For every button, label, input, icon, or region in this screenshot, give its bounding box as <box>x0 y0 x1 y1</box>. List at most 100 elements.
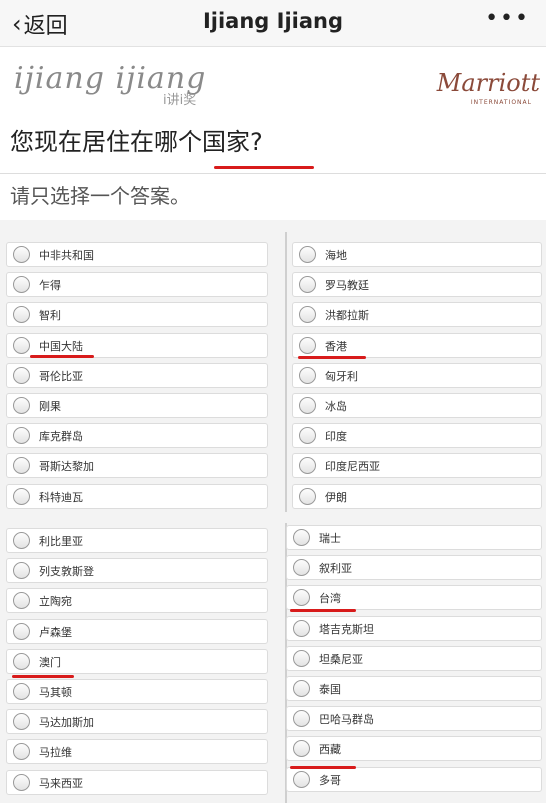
option-列支敦斯登[interactable]: 列支敦斯登 <box>6 558 268 584</box>
radio-button[interactable] <box>293 649 310 667</box>
radio-button[interactable] <box>13 427 30 445</box>
option-塔吉克斯坦[interactable]: 塔吉克斯坦 <box>286 615 542 641</box>
option-中国大陆[interactable]: 中国大陆 <box>6 332 268 358</box>
underline-question <box>214 166 314 169</box>
option-label: 刚果 <box>39 400 61 413</box>
red-underline <box>290 766 356 769</box>
radio-button[interactable] <box>13 562 30 580</box>
radio-button[interactable] <box>13 397 30 414</box>
option-库克群岛[interactable]: 库克群岛 <box>6 423 268 449</box>
radio-button[interactable] <box>299 366 316 384</box>
option-海地[interactable]: 海地 <box>292 242 542 267</box>
option-卢森堡[interactable]: 卢森堡 <box>6 618 268 644</box>
radio-button[interactable] <box>293 740 310 758</box>
option-马拉维[interactable]: 马拉维 <box>6 739 268 765</box>
red-underline <box>298 356 366 359</box>
option-label: 匈牙利 <box>325 369 358 383</box>
option-泰国[interactable]: 泰国 <box>286 676 542 701</box>
option-label: 中国大陆 <box>39 339 83 353</box>
option-印度[interactable]: 印度 <box>292 423 542 449</box>
radio-button[interactable] <box>299 487 316 505</box>
option-label: 伊朗 <box>325 490 347 504</box>
question-text: 您现在居住在哪个国家? <box>10 122 263 157</box>
option-印度尼西亚[interactable]: 印度尼西亚 <box>292 453 542 479</box>
radio-button[interactable] <box>293 710 310 728</box>
option-中非共和国[interactable]: 中非共和国 <box>6 242 268 267</box>
option-label: 马其顿 <box>39 686 72 699</box>
radio-button[interactable] <box>299 246 316 263</box>
column-divider <box>285 232 287 512</box>
option-哥伦比亚[interactable]: 哥伦比亚 <box>6 362 268 388</box>
radio-button[interactable] <box>293 589 310 607</box>
option-乍得[interactable]: 乍得 <box>6 272 268 298</box>
page-title: Ijiang Ijiang <box>202 9 344 33</box>
radio-button[interactable] <box>299 276 316 294</box>
option-利比里亚[interactable]: 利比里亚 <box>6 528 268 553</box>
radio-button[interactable] <box>13 592 30 610</box>
option-label: 智利 <box>39 309 61 323</box>
radio-button[interactable] <box>13 246 30 263</box>
option-西藏[interactable]: 西藏 <box>286 736 542 762</box>
radio-button[interactable] <box>13 652 30 670</box>
option-label: 哥伦比亚 <box>39 369 83 383</box>
radio-button[interactable] <box>299 306 316 324</box>
option-科特迪瓦[interactable]: 科特迪瓦 <box>6 483 268 509</box>
option-罗马教廷[interactable]: 罗马教廷 <box>292 272 542 298</box>
radio-button[interactable] <box>13 713 30 731</box>
option-香港[interactable]: 香港 <box>292 332 542 358</box>
radio-button[interactable] <box>13 743 30 761</box>
option-label: 洪都拉斯 <box>325 309 369 323</box>
radio-button[interactable] <box>13 683 30 700</box>
option-巴哈马群岛[interactable]: 巴哈马群岛 <box>286 706 542 732</box>
option-立陶宛[interactable]: 立陶宛 <box>6 588 268 614</box>
option-马来西亚[interactable]: 马来西亚 <box>6 769 268 795</box>
option-label: 澳门 <box>39 655 61 669</box>
option-label: 罗马教廷 <box>325 279 369 293</box>
red-underline <box>30 355 94 358</box>
radio-button[interactable] <box>13 532 30 549</box>
radio-button[interactable] <box>299 427 316 445</box>
option-哥斯达黎加[interactable]: 哥斯达黎加 <box>6 453 268 479</box>
option-label: 利比里亚 <box>39 535 83 548</box>
radio-button[interactable] <box>13 336 30 354</box>
radio-button[interactable] <box>13 306 30 324</box>
radio-button[interactable] <box>293 680 310 697</box>
instruction-box: 请只选择一个答案。 <box>0 174 546 220</box>
option-匈牙利[interactable]: 匈牙利 <box>292 362 542 388</box>
radio-button[interactable] <box>293 619 310 637</box>
radio-button[interactable] <box>13 487 30 505</box>
radio-button[interactable] <box>13 622 30 640</box>
option-澳门[interactable]: 澳门 <box>6 648 268 674</box>
radio-button[interactable] <box>293 529 310 546</box>
option-label: 印度 <box>325 430 347 444</box>
radio-button[interactable] <box>293 770 310 788</box>
radio-button[interactable] <box>13 366 30 384</box>
option-label: 坦桑尼亚 <box>319 652 363 666</box>
radio-button[interactable] <box>13 276 30 294</box>
radio-button[interactable] <box>13 773 30 791</box>
option-洪都拉斯[interactable]: 洪都拉斯 <box>292 302 542 328</box>
radio-button[interactable] <box>299 457 316 475</box>
option-瑞士[interactable]: 瑞士 <box>286 525 542 550</box>
option-冰岛[interactable]: 冰岛 <box>292 393 542 418</box>
option-label: 西藏 <box>319 743 341 757</box>
radio-button[interactable] <box>293 559 310 577</box>
red-underline <box>12 675 74 678</box>
option-label: 中非共和国 <box>39 249 94 262</box>
radio-button[interactable] <box>299 397 316 414</box>
nav-bar: ‹ 返回 Ijiang Ijiang ••• <box>0 0 546 47</box>
option-伊朗[interactable]: 伊朗 <box>292 483 542 509</box>
option-多哥[interactable]: 多哥 <box>286 766 542 792</box>
radio-button[interactable] <box>299 336 316 354</box>
option-刚果[interactable]: 刚果 <box>6 393 268 418</box>
option-马其顿[interactable]: 马其顿 <box>6 679 268 704</box>
option-label: 乍得 <box>39 279 61 293</box>
option-马达加斯加[interactable]: 马达加斯加 <box>6 709 268 735</box>
option-叙利亚[interactable]: 叙利亚 <box>286 555 542 581</box>
more-icon[interactable]: ••• <box>485 6 530 31</box>
option-台湾[interactable]: 台湾 <box>286 585 542 611</box>
radio-button[interactable] <box>13 457 30 475</box>
option-智利[interactable]: 智利 <box>6 302 268 328</box>
option-坦桑尼亚[interactable]: 坦桑尼亚 <box>286 645 542 671</box>
option-label: 海地 <box>325 249 347 262</box>
